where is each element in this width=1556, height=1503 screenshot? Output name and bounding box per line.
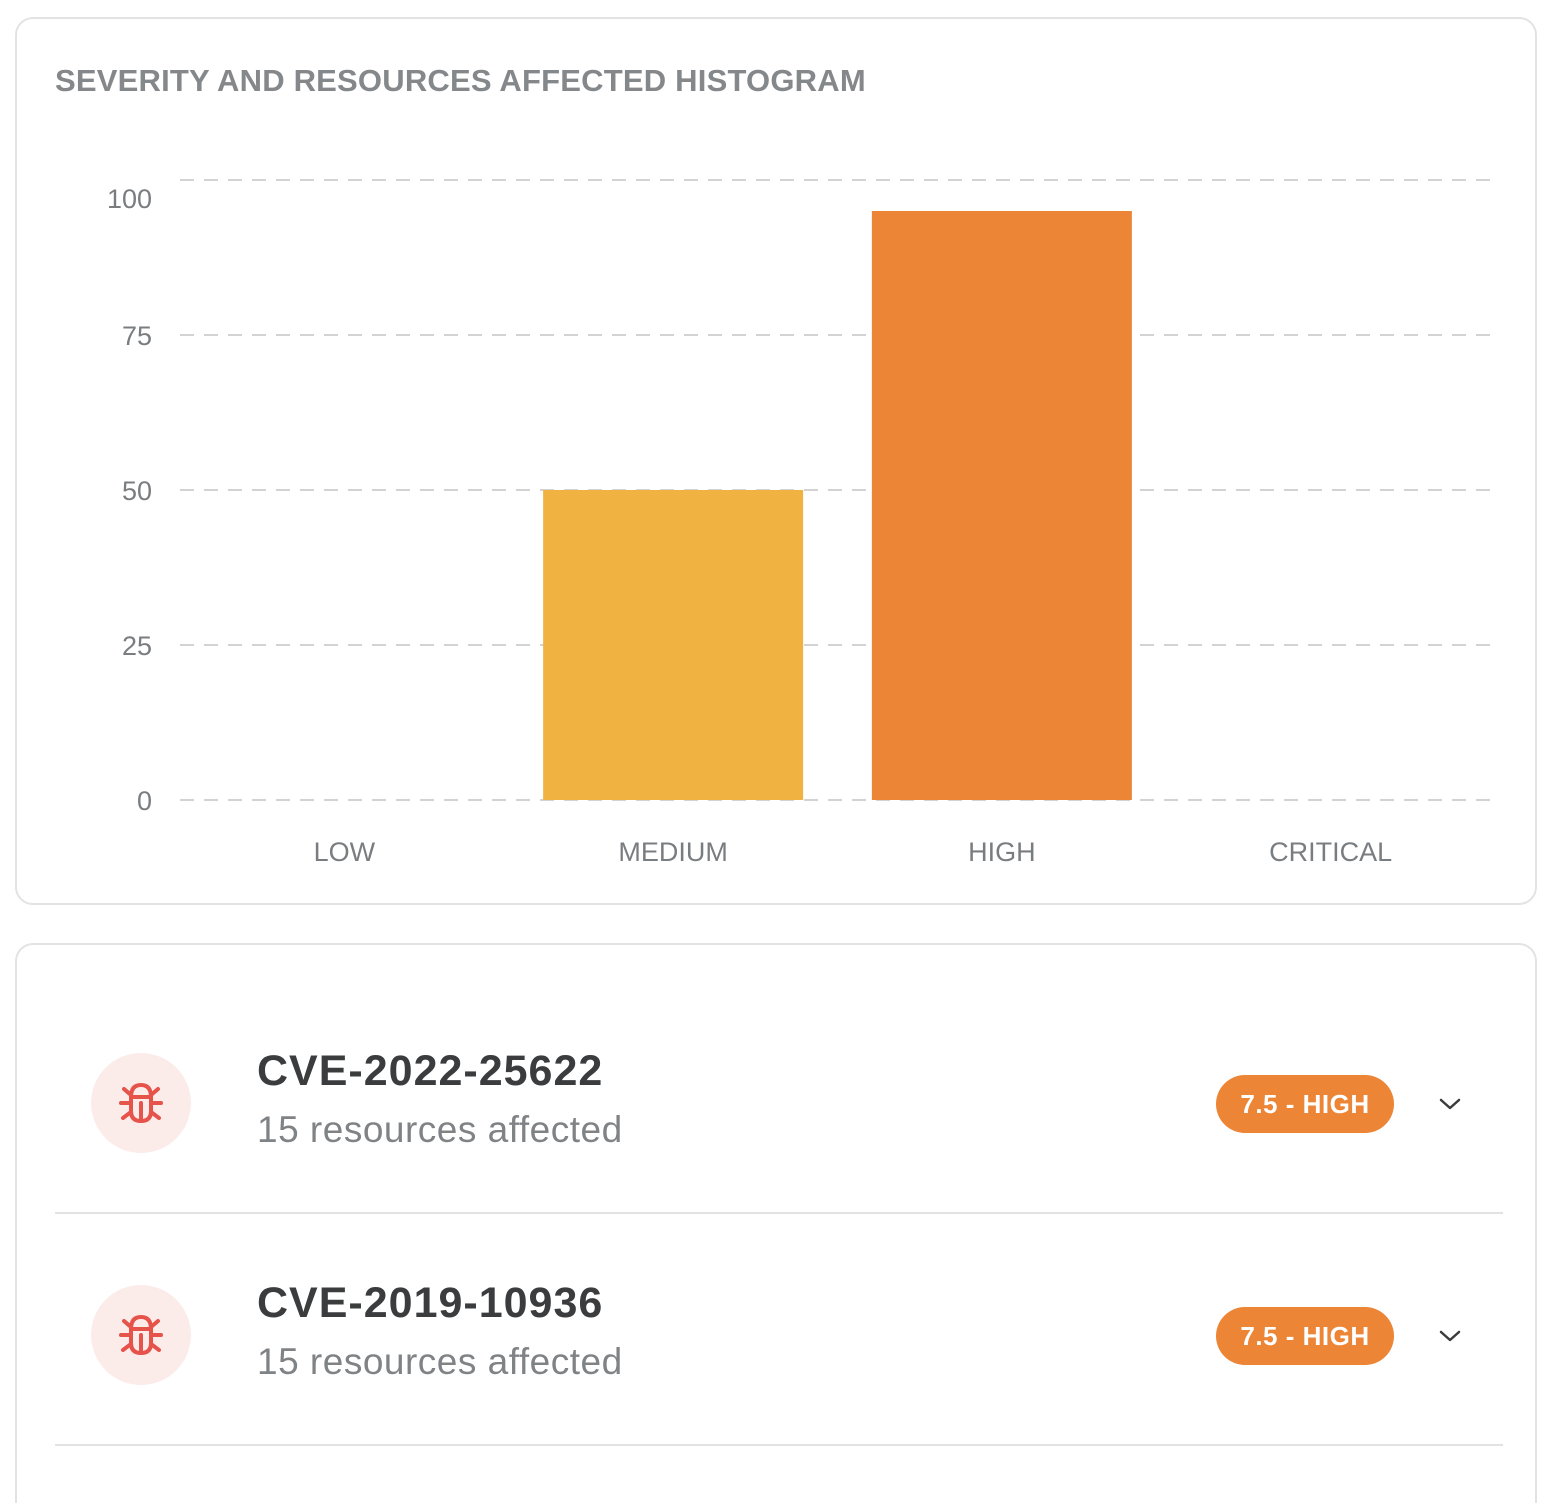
row-divider: [55, 1212, 1503, 1214]
cve-list-item[interactable]: CVE-2022-25622 15 resources affected 7.5…: [55, 983, 1503, 1214]
resources-affected: 15 resources affected: [257, 1109, 623, 1150]
cve-id[interactable]: CVE-2022-25622: [257, 1047, 603, 1096]
y-tick-label: 75: [122, 321, 152, 351]
x-tick-label: HIGH: [968, 837, 1036, 867]
x-tick-label: LOW: [314, 837, 376, 867]
bug-icon: [119, 1315, 163, 1355]
bug-icon-badge: [91, 1285, 191, 1385]
y-tick-label: 100: [107, 184, 152, 214]
row-divider: [55, 1444, 1503, 1446]
bar-high[interactable]: [871, 211, 1132, 800]
cve-list-item[interactable]: CVE-2019-10936 15 resources affected 7.5…: [55, 1215, 1503, 1446]
severity-badge: 7.5 - HIGH: [1216, 1307, 1394, 1365]
cve-id[interactable]: CVE-2019-10936: [257, 1279, 603, 1328]
chevron-down-icon[interactable]: [1435, 1091, 1465, 1117]
histogram-card: SEVERITY AND RESOURCES AFFECTED HISTOGRA…: [15, 17, 1537, 905]
histogram-chart: 0 25 50 75 100 LOW MEDIUM HIGH CRITICAL: [107, 179, 1495, 867]
bug-icon-badge: [91, 1053, 191, 1153]
bar-medium[interactable]: [543, 490, 804, 800]
x-tick-label: MEDIUM: [618, 837, 728, 867]
bug-icon: [119, 1083, 163, 1123]
x-tick-label: CRITICAL: [1269, 837, 1392, 867]
chevron-down-icon[interactable]: [1435, 1323, 1465, 1349]
y-tick-label: 0: [137, 786, 152, 816]
resources-affected: 15 resources affected: [257, 1341, 623, 1382]
severity-badge: 7.5 - HIGH: [1216, 1075, 1394, 1133]
y-tick-label: 50: [122, 476, 152, 506]
cve-list-card: CVE-2022-25622 15 resources affected 7.5…: [15, 943, 1537, 1503]
y-tick-label: 25: [122, 631, 152, 661]
